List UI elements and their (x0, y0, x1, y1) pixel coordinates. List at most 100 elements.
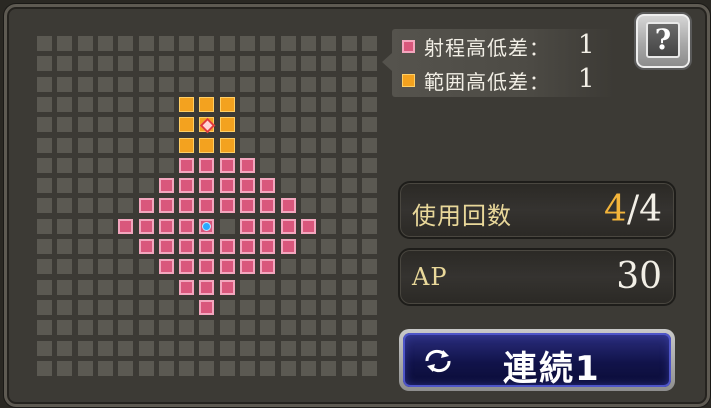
grid-cell[interactable] (301, 320, 316, 335)
grid-cell[interactable] (37, 320, 52, 335)
grid-cell[interactable] (159, 117, 174, 132)
range-cell[interactable] (240, 158, 255, 173)
grid-cell[interactable] (37, 219, 52, 234)
grid-cell[interactable] (362, 158, 377, 173)
grid-cell[interactable] (78, 239, 93, 254)
grid-cell[interactable] (240, 361, 255, 376)
grid-cell[interactable] (260, 138, 275, 153)
grid-cell[interactable] (240, 280, 255, 295)
grid-cell[interactable] (362, 341, 377, 356)
grid-cell[interactable] (118, 77, 133, 92)
grid-cell[interactable] (179, 341, 194, 356)
range-cell[interactable] (199, 280, 214, 295)
grid-cell[interactable] (321, 219, 336, 234)
grid-cell[interactable] (98, 117, 113, 132)
area-cell[interactable] (220, 138, 235, 153)
grid-cell[interactable] (98, 36, 113, 51)
grid-cell[interactable] (57, 259, 72, 274)
grid-cell[interactable] (220, 56, 235, 71)
grid-cell[interactable] (37, 117, 52, 132)
grid-cell[interactable] (301, 97, 316, 112)
range-cell[interactable] (220, 178, 235, 193)
range-cell[interactable] (260, 198, 275, 213)
grid-cell[interactable] (98, 300, 113, 315)
grid-cell[interactable] (37, 36, 52, 51)
grid-cell[interactable] (362, 320, 377, 335)
grid-cell[interactable] (362, 300, 377, 315)
range-cell[interactable] (118, 219, 133, 234)
grid-cell[interactable] (281, 117, 296, 132)
grid-cell[interactable] (98, 280, 113, 295)
grid-cell[interactable] (199, 320, 214, 335)
grid-cell[interactable] (301, 361, 316, 376)
grid-cell[interactable] (98, 138, 113, 153)
grid-cell[interactable] (159, 36, 174, 51)
grid-cell[interactable] (281, 259, 296, 274)
range-cell[interactable] (179, 219, 194, 234)
grid-cell[interactable] (301, 198, 316, 213)
range-cell[interactable] (240, 239, 255, 254)
range-cell[interactable] (260, 178, 275, 193)
grid-cell[interactable] (98, 320, 113, 335)
grid-cell[interactable] (362, 280, 377, 295)
grid-cell[interactable] (342, 341, 357, 356)
grid-cell[interactable] (362, 36, 377, 51)
grid-cell[interactable] (342, 259, 357, 274)
grid-cell[interactable] (321, 158, 336, 173)
range-cell[interactable] (260, 239, 275, 254)
range-cell[interactable] (220, 280, 235, 295)
grid-cell[interactable] (118, 56, 133, 71)
range-cell[interactable] (260, 259, 275, 274)
grid-cell[interactable] (260, 280, 275, 295)
grid-cell[interactable] (37, 56, 52, 71)
grid-cell[interactable] (37, 361, 52, 376)
grid-cell[interactable] (78, 77, 93, 92)
grid-cell[interactable] (78, 198, 93, 213)
grid-cell[interactable] (139, 117, 154, 132)
grid-cell[interactable] (240, 36, 255, 51)
grid-cell[interactable] (159, 97, 174, 112)
grid-cell[interactable] (37, 158, 52, 173)
grid-cell[interactable] (57, 341, 72, 356)
grid-cell[interactable] (301, 178, 316, 193)
grid-cell[interactable] (118, 259, 133, 274)
grid-cell[interactable] (78, 361, 93, 376)
grid-cell[interactable] (78, 341, 93, 356)
grid-cell[interactable] (98, 341, 113, 356)
grid-cell[interactable] (159, 77, 174, 92)
grid-cell[interactable] (362, 138, 377, 153)
grid-cell[interactable] (362, 117, 377, 132)
area-cell[interactable] (220, 117, 235, 132)
grid-cell[interactable] (342, 320, 357, 335)
grid-cell[interactable] (301, 158, 316, 173)
grid-cell[interactable] (321, 300, 336, 315)
grid-cell[interactable] (98, 198, 113, 213)
grid-cell[interactable] (301, 341, 316, 356)
grid-cell[interactable] (240, 77, 255, 92)
grid-cell[interactable] (57, 178, 72, 193)
grid-cell[interactable] (37, 178, 52, 193)
grid-cell[interactable] (159, 280, 174, 295)
grid-cell[interactable] (118, 97, 133, 112)
grid-cell[interactable] (342, 239, 357, 254)
grid-cell[interactable] (37, 259, 52, 274)
grid-cell[interactable] (240, 117, 255, 132)
grid-cell[interactable] (78, 219, 93, 234)
grid-cell[interactable] (139, 300, 154, 315)
grid-cell[interactable] (342, 117, 357, 132)
grid-cell[interactable] (57, 361, 72, 376)
grid-cell[interactable] (342, 77, 357, 92)
grid-cell[interactable] (240, 97, 255, 112)
grid-cell[interactable] (199, 56, 214, 71)
range-cell[interactable] (260, 219, 275, 234)
grid-cell[interactable] (260, 36, 275, 51)
grid-cell[interactable] (118, 138, 133, 153)
help-book-button[interactable]: ? (634, 12, 692, 70)
grid-cell[interactable] (98, 178, 113, 193)
range-cell[interactable] (281, 239, 296, 254)
range-cell[interactable] (220, 158, 235, 173)
range-cell[interactable] (240, 178, 255, 193)
grid-cell[interactable] (301, 56, 316, 71)
range-cell[interactable] (179, 259, 194, 274)
grid-cell[interactable] (281, 300, 296, 315)
